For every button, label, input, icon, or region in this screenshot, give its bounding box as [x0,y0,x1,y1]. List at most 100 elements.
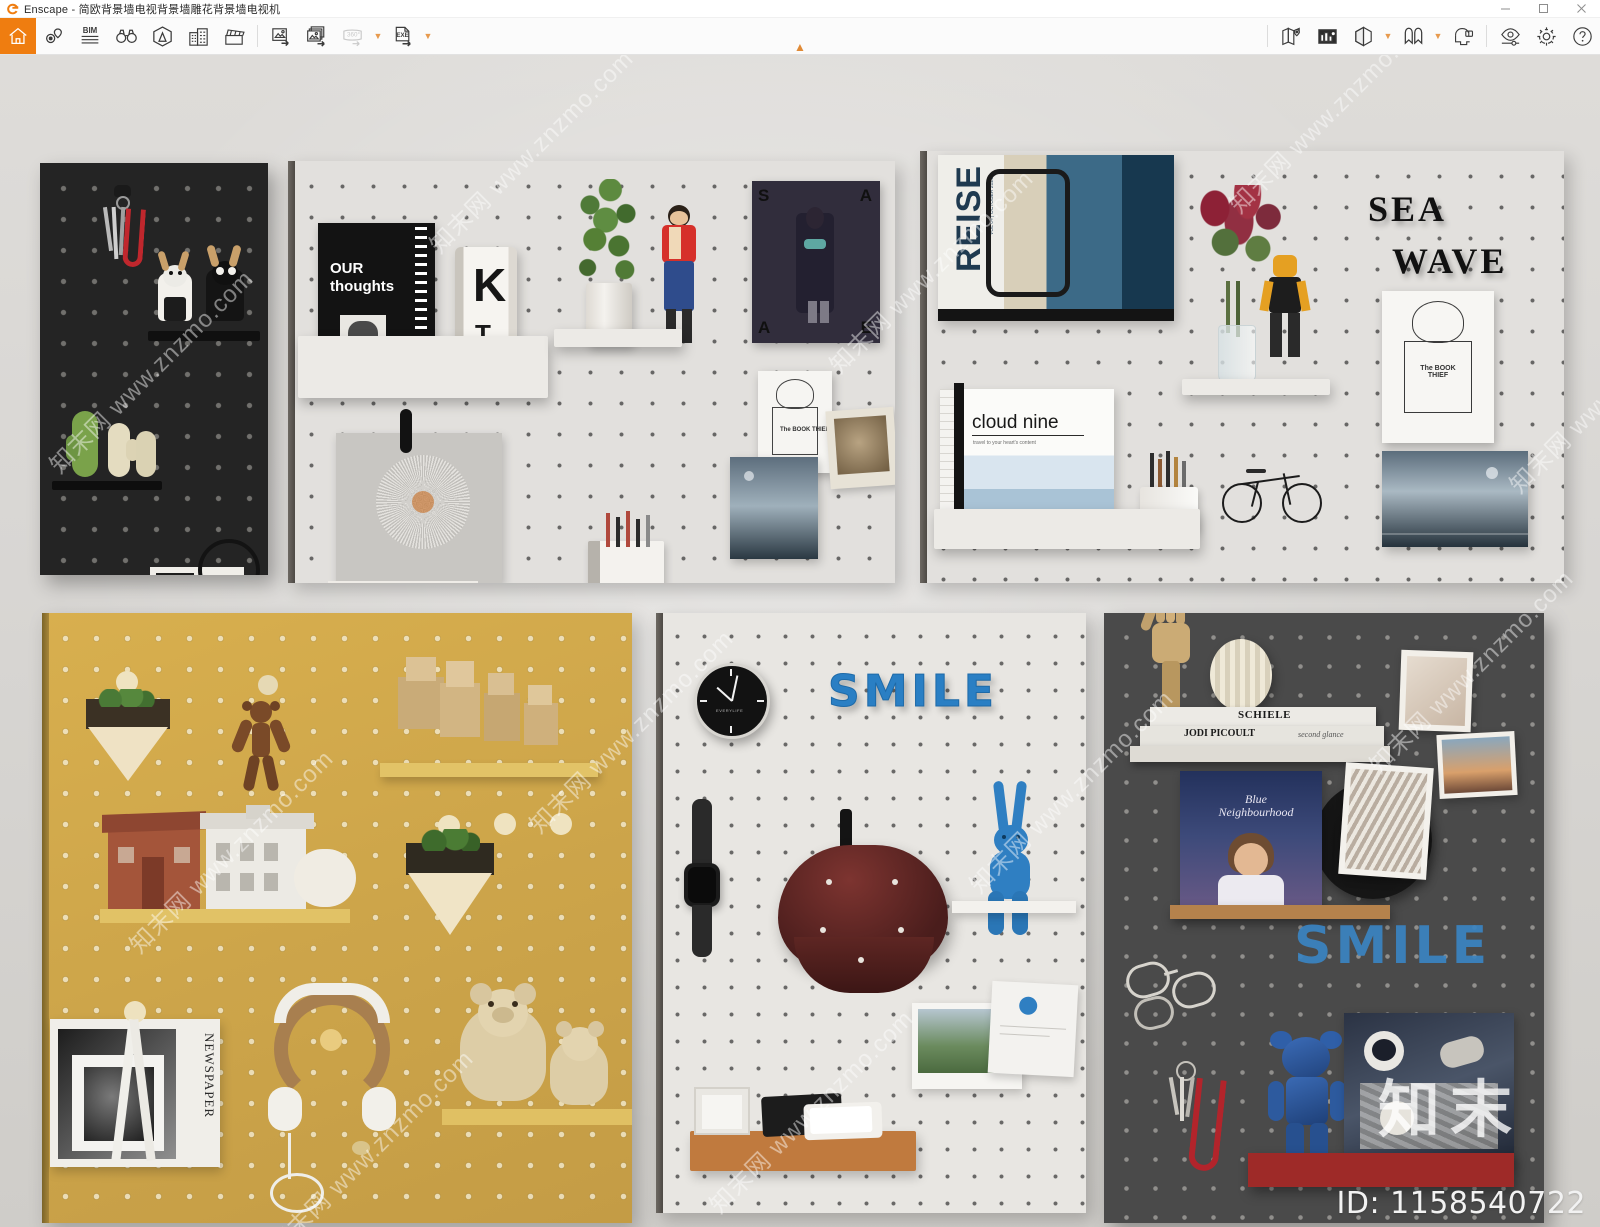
blue-rabbit-figure [974,780,1040,937]
cloud-nine-subtitle: travel to your heart's content [973,440,1036,446]
id-text: ID: 1158540722 [1336,1186,1586,1221]
plant-shelf [554,329,682,347]
reise-magazine: REISE VOL 04 | OCTOBER 2020 [938,155,1174,321]
gear-icon[interactable] [1528,18,1564,54]
wooden-peg [494,813,516,835]
svg-text:BIM: BIM [83,26,98,35]
sepia-photo [825,406,895,490]
bearbrick-figure [1264,1029,1356,1163]
paper-note [328,581,478,583]
minimize-button[interactable] [1486,0,1524,18]
keyring [1168,1061,1250,1181]
panorama-360-icon[interactable]: 360° [335,18,371,54]
board-white-reise[interactable]: REISE VOL 04 | OCTOBER 2020 SEA WAVE The… [920,151,1564,583]
vase-shelf [1182,379,1330,395]
book-subtitle-2: second glance [1298,730,1344,739]
help-icon[interactable] [1564,18,1600,54]
stereo-icon[interactable] [1395,18,1431,54]
toolbar-separator [1267,25,1268,47]
chevron-down-icon[interactable]: ▼ [1381,18,1395,54]
sunglasses [1122,953,1226,1039]
reise-title: REISE [950,165,988,273]
chevron-down-icon[interactable]: ▼ [371,18,385,54]
day-night-icon[interactable] [1309,18,1345,54]
window-controls [1486,0,1600,18]
bicycle-model [1220,459,1326,539]
toolbar-separator [1486,25,1487,47]
mustard-shelf [100,909,350,923]
enscape-logo-icon [4,1,22,17]
bottom-shelf [934,509,1200,549]
album-cover: Blue Neighbourhood [1180,771,1322,913]
visibility-icon[interactable] [1492,18,1528,54]
wall-clock: EVERYLIFE [694,663,770,739]
mustard-shelf [442,1109,632,1125]
red-shelf [1248,1153,1514,1187]
sketch-paper [336,433,502,583]
map-pin-icon[interactable] [1273,18,1309,54]
black-shelf [52,481,162,490]
toolbar-separator [257,25,258,47]
house-model-white [200,805,314,911]
polaroid-photo-blank [987,980,1079,1078]
home-icon[interactable] [0,18,36,54]
smart-watch [678,799,726,959]
baseball-cap [778,809,948,999]
export-batch-image-icon[interactable] [299,18,335,54]
board-white-our-thoughts[interactable]: OUR thoughts K T S A A E The BOOK THIEF [288,161,895,583]
fashion-poster-letters: S [758,186,770,205]
asset-library-icon[interactable] [144,18,180,54]
mustard-shelf [380,763,598,777]
poster-line-2: thoughts [330,278,395,295]
main-toolbar: BIM 360° ▼ EXE ▼ ▲ ▼ ▼ [0,18,1600,55]
teddy-bears [450,983,632,1115]
letter-k-canister: K T [455,247,517,349]
board-mustard-toys[interactable]: NEWSPAPER [42,613,632,1223]
vr-headset-icon[interactable] [1445,18,1481,54]
board-white-smile[interactable]: EVERYLIFE SMILE [656,613,1086,1213]
album-title: Blue Neighbourhood [1218,792,1294,820]
window-title: Enscape - 简欧背景墙电视背景墙雕花背景墙电视机 [24,3,281,16]
cactus-ornaments [66,395,166,481]
svg-text:360°: 360° [347,31,360,38]
poster-line-1: OUR [330,260,364,277]
chevron-down-icon[interactable]: ▼ [421,18,435,54]
red-rope-keyring [90,185,152,300]
building-icon[interactable] [180,18,216,54]
big-watermark: 知末 [1377,1073,1522,1146]
smile-wall-letters: SMILE [828,666,998,717]
close-button[interactable] [1562,0,1600,18]
export-image-icon[interactable] [263,18,299,54]
top-shelf [298,336,548,398]
export-exe-icon[interactable]: EXE [385,18,421,54]
sketch-poster-label: The BOOK THIEF [1420,365,1456,380]
render-viewport[interactable]: OUR thoughts K T S A A E The BOOK THIEF … [0,55,1600,1227]
binoculars-icon[interactable] [108,18,144,54]
geometric-planter [398,815,502,949]
rendering-mode-icon[interactable] [1345,18,1381,54]
pencil-holder [588,511,664,583]
canister-letter: K [473,259,507,311]
black-hook-pin [400,409,412,453]
rabbit-figurines [152,244,260,333]
girl-sketch-poster: The BOOK THIEF [1382,291,1494,443]
book-thief-label: The BOOK THIEF [780,427,830,433]
bim-icon[interactable]: BIM [72,18,108,54]
cloud-nine-magazine: cloud nine travel to your heart's conten… [940,383,1114,517]
book-title-2: JODI PICOULT [1184,728,1256,739]
collapse-toolbar-button[interactable]: ▲ [779,40,821,54]
maximize-button[interactable] [1524,0,1562,18]
potted-plant [564,179,650,349]
wooden-peg [550,813,572,835]
cardboard-robots [388,655,588,775]
wooden-monkey [230,675,292,807]
landscape-photo [730,457,818,559]
title-bar: Enscape - 简欧背景墙电视背景墙雕花背景墙电视机 [0,0,1600,18]
sea-letters: SEA [1368,189,1448,229]
clapperboard-icon[interactable] [216,18,252,54]
headphone-cable [270,1133,350,1217]
location-pin-icon[interactable] [36,18,72,54]
chevron-down-icon[interactable]: ▼ [1431,18,1445,54]
board-black-keys[interactable] [40,163,268,575]
